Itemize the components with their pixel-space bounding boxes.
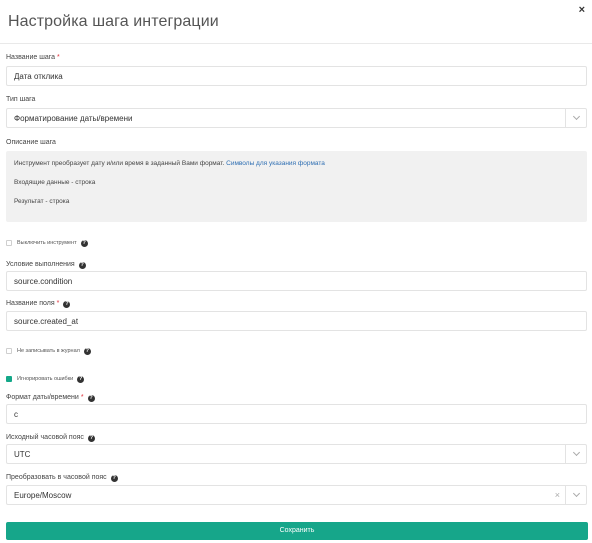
step-name-input[interactable]: Дата отклика xyxy=(6,66,587,86)
question-circle-icon[interactable]: ? xyxy=(87,435,95,442)
ignore-errors-checkbox[interactable] xyxy=(6,376,12,382)
ignore-errors-label-text: Игнорировать ошибки xyxy=(17,376,74,382)
description-box: Инструмент преобразует дату и/или время … xyxy=(6,151,587,222)
condition-label-text: Условие выполнения xyxy=(6,261,75,268)
description-result-line: Результат - строка xyxy=(14,198,70,205)
question-circle-icon[interactable]: ? xyxy=(63,301,71,308)
source-tz-label-text: Исходный часовой пояс xyxy=(6,434,84,441)
field-name-label: Название поля *? xyxy=(6,299,71,308)
modal-title: Настройка шага интеграции xyxy=(8,13,219,30)
question-circle-icon[interactable]: ? xyxy=(78,262,86,269)
step-name-label: Название шага * xyxy=(6,53,60,62)
chevron-down-icon[interactable] xyxy=(565,486,586,504)
disable-tool-label-text: Выключить инструмент xyxy=(17,240,77,246)
disable-tool-label: Выключить инструмент? xyxy=(17,239,88,247)
target-tz-label-text: Преобразовать в часовой пояс xyxy=(6,474,107,481)
save-button[interactable]: Сохранить xyxy=(6,522,588,540)
datetime-format-input[interactable]: c xyxy=(6,404,587,424)
step-type-value: Форматирование даты/времени xyxy=(14,114,133,123)
question-circle-icon[interactable]: ? xyxy=(110,475,118,482)
chevron-down-icon[interactable] xyxy=(565,109,586,127)
source-tz-label: Исходный часовой пояс? xyxy=(6,433,95,442)
format-symbols-link[interactable]: Символы для указания формата xyxy=(226,160,325,167)
modal-header: Настройка шага интеграции xyxy=(0,0,592,44)
target-tz-value: Europe/Moscow xyxy=(14,491,72,500)
field-name-input[interactable]: source.created_at xyxy=(6,311,587,331)
step-type-select[interactable]: Форматирование даты/времени xyxy=(6,108,587,128)
field-name-label-text: Название поля xyxy=(6,300,55,307)
condition-label: Условие выполнения? xyxy=(6,260,86,269)
question-circle-icon[interactable]: ? xyxy=(83,348,91,355)
no-log-checkbox[interactable] xyxy=(6,348,12,354)
description-label: Описание шага xyxy=(6,139,56,146)
step-type-label: Тип шага xyxy=(6,96,36,103)
source-tz-value: UTC xyxy=(14,450,31,459)
disable-tool-checkbox[interactable] xyxy=(6,240,12,246)
question-circle-icon[interactable]: ? xyxy=(87,395,95,402)
required-mark: * xyxy=(56,300,60,307)
description-input-line: Входящие данные - строка xyxy=(14,179,96,186)
target-tz-select[interactable]: Europe/Moscow × xyxy=(6,485,587,505)
chevron-down-icon[interactable] xyxy=(565,445,586,463)
step-name-label-text: Название шага xyxy=(6,54,56,61)
required-mark: * xyxy=(57,54,60,61)
no-log-label-text: Не записывать в журнал xyxy=(17,348,80,354)
datetime-format-label: Формат даты/времени *? xyxy=(6,393,95,402)
question-circle-icon[interactable]: ? xyxy=(80,240,88,247)
description-text-main: Инструмент преобразует дату и/или время … xyxy=(14,160,225,167)
description-text: Инструмент преобразует дату и/или время … xyxy=(14,160,325,168)
datetime-format-label-text: Формат даты/времени xyxy=(6,394,79,401)
target-tz-label: Преобразовать в часовой пояс? xyxy=(6,473,118,482)
condition-input[interactable]: source.condition xyxy=(6,271,587,291)
clear-icon[interactable]: × xyxy=(555,490,560,500)
required-mark: * xyxy=(80,394,84,401)
question-circle-icon[interactable]: ? xyxy=(77,376,85,383)
no-log-label: Не записывать в журнал? xyxy=(17,347,91,355)
source-tz-select[interactable]: UTC xyxy=(6,444,587,464)
close-icon[interactable]: × xyxy=(579,4,585,16)
ignore-errors-label: Игнорировать ошибки? xyxy=(17,375,85,383)
